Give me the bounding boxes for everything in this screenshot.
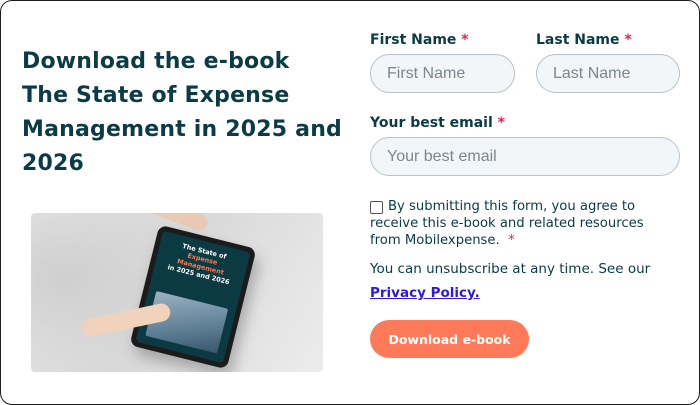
title-line-1: Download the e-book — [22, 49, 290, 74]
ebook-cover: The State of Expense Management in 2025 … — [135, 230, 251, 364]
title-line-4: 2026 — [22, 151, 85, 176]
ebook-tablet-image: The State of Expense Management in 2025 … — [31, 213, 323, 372]
title-line-3: Management in 2025 and — [22, 117, 343, 142]
required-mark: * — [461, 32, 469, 48]
download-form-card: Download the e-book The State of Expense… — [0, 0, 700, 405]
title-line-2: The State of Expense — [22, 83, 290, 108]
unsubscribe-notice: You can unsubscribe at any time. See our… — [370, 257, 680, 305]
consent-text: By submitting this form, you agree to re… — [370, 198, 670, 249]
first-name-label: First Name * — [370, 32, 469, 48]
privacy-policy-link[interactable]: Privacy Policy. — [370, 285, 480, 301]
email-label-text: Your best email — [370, 115, 493, 131]
required-mark: * — [497, 115, 505, 131]
last-name-input[interactable] — [536, 54, 680, 93]
download-ebook-button[interactable]: Download e-book — [370, 320, 529, 358]
required-mark: * — [508, 233, 515, 248]
unsubscribe-text: You can unsubscribe at any time. See our — [370, 261, 651, 277]
last-name-label-text: Last Name — [536, 32, 620, 48]
email-label: Your best email * — [370, 115, 505, 131]
first-name-label-text: First Name — [370, 32, 457, 48]
first-name-input[interactable] — [370, 54, 515, 93]
required-mark: * — [624, 32, 632, 48]
consent-label: By submitting this form, you agree to re… — [370, 199, 644, 248]
email-field[interactable] — [370, 137, 680, 176]
page-title: Download the e-book The State of Expense… — [22, 45, 342, 181]
last-name-label: Last Name * — [536, 32, 632, 48]
